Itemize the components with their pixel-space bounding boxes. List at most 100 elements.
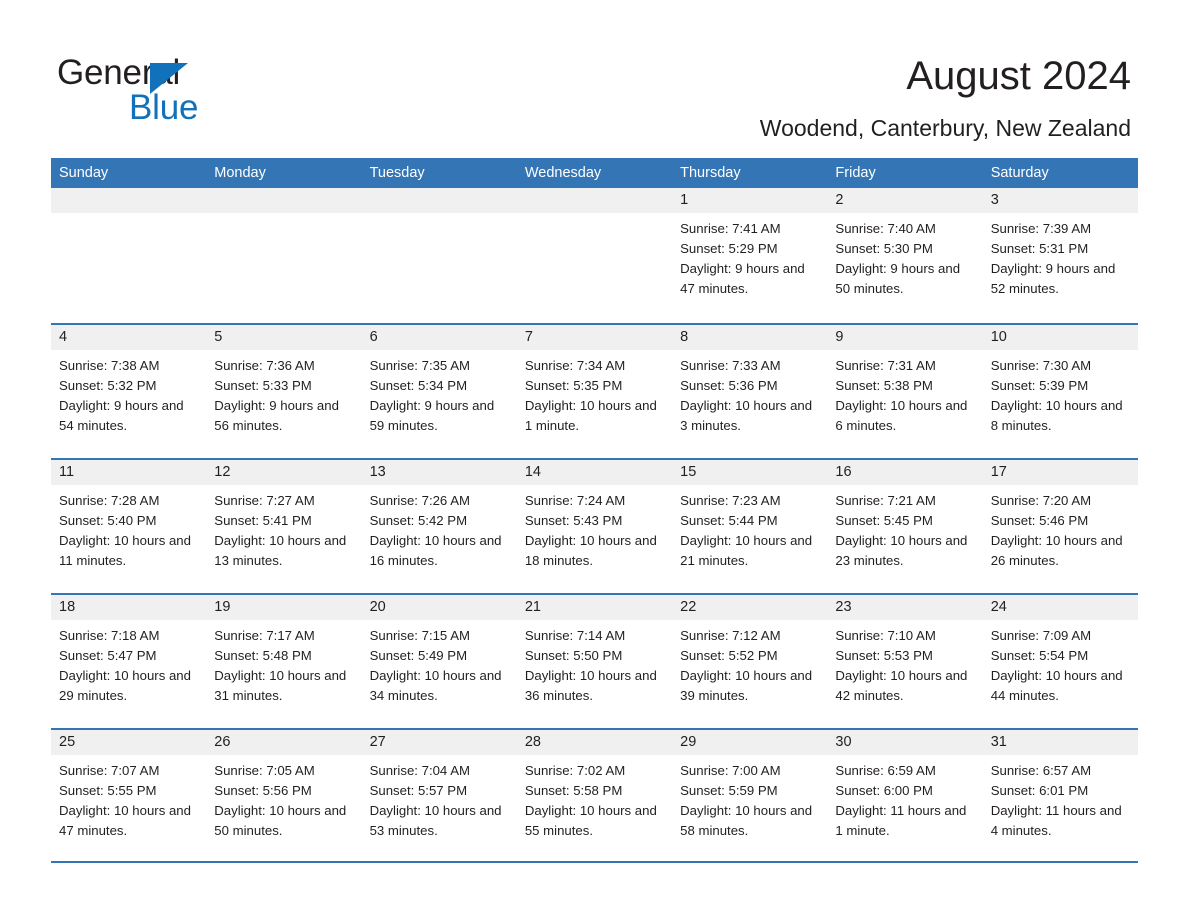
day-cell-12[interactable]: 12 Sunrise: 7:27 AM Sunset: 5:41 PM Dayligh… <box>206 460 362 593</box>
day-sun-info: Sunrise: 7:36 AM Sunset: 5:33 PM Daylight:… <box>206 350 361 436</box>
day-cell-25[interactable]: 25 Sunrise: 7:07 AM Sunset: 5:55 PM Dayligh… <box>51 730 207 861</box>
daylight-text: Daylight: 10 hours and 23 minutes. <box>835 533 968 568</box>
sunrise-text: Sunrise: 7:10 AM <box>835 628 936 643</box>
daylight-text: Daylight: 10 hours and 11 minutes. <box>59 533 191 568</box>
day-cell-10[interactable]: 10 Sunrise: 7:30 AM Sunset: 5:39 PM Dayligh… <box>982 325 1138 458</box>
day-cell-31[interactable]: 31 Sunrise: 6:57 AM Sunset: 6:01 PM Dayligh… <box>982 730 1138 861</box>
day-cell-27[interactable]: 27 Sunrise: 7:04 AM Sunset: 5:57 PM Dayligh… <box>361 730 517 861</box>
day-cell-19[interactable]: 19 Sunrise: 7:17 AM Sunset: 5:48 PM Dayligh… <box>206 595 362 728</box>
daylight-text: Daylight: 9 hours and 50 minutes. <box>835 261 961 296</box>
day-cell-4[interactable]: 4 Sunrise: 7:38 AM Sunset: 5:32 PM Daylight… <box>51 325 207 458</box>
day-sun-info: Sunrise: 7:27 AM Sunset: 5:41 PM Daylight:… <box>206 485 361 571</box>
sunset-text: Sunset: 5:43 PM <box>524 513 623 528</box>
weekday-header-row: Sunday Monday Tuesday Wednesday Thursday Frid… <box>51 158 1138 188</box>
day-cell-20[interactable]: 20 Sunrise: 7:15 AM Sunset: 5:49 PM Dayligh… <box>361 595 517 728</box>
day-sun-info: Sunrise: 7:21 AM Sunset: 5:45 PM Daylight:… <box>827 485 982 571</box>
day-number-band: 13 <box>361 460 517 485</box>
day-cell-18[interactable]: 18 Sunrise: 7:18 AM Sunset: 5:47 PM Dayligh… <box>51 595 207 728</box>
day-number: 31 <box>990 734 1007 750</box>
sunset-text: Sunset: 5:52 PM <box>680 648 778 663</box>
day-cell-9[interactable]: 9 Sunrise: 7:31 AM Sunset: 5:38 PM Daylight… <box>827 325 983 458</box>
weekday-header-monday: Monday <box>214 165 266 181</box>
daylight-text: Daylight: 9 hours and 47 minutes. <box>680 261 805 296</box>
general-blue-logo[interactable]: General Blue <box>57 53 387 129</box>
day-cell-17[interactable]: 17 Sunrise: 7:20 AM Sunset: 5:46 PM Dayligh… <box>982 460 1138 593</box>
day-number: 5 <box>214 329 223 345</box>
day-number-band: 9 <box>827 325 983 350</box>
sunrise-text: Sunrise: 7:21 AM <box>835 493 936 508</box>
sunset-text: Sunset: 5:57 PM <box>369 783 468 798</box>
day-number: 17 <box>990 464 1007 480</box>
day-cell-11[interactable]: 11 Sunrise: 7:28 AM Sunset: 5:40 PM Dayligh… <box>51 460 207 593</box>
day-cell-23[interactable]: 23 Sunrise: 7:10 AM Sunset: 5:53 PM Dayligh… <box>827 595 983 728</box>
day-cell-empty <box>516 188 673 323</box>
day-number-band: 25 <box>51 730 207 755</box>
sunset-text: Sunset: 5:36 PM <box>680 378 778 393</box>
daylight-text: Daylight: 10 hours and 6 minutes. <box>835 398 968 433</box>
day-sun-info: Sunrise: 7:14 AM Sunset: 5:50 PM Daylight:… <box>517 620 672 706</box>
day-number-band: 12 <box>206 460 362 485</box>
calendar-weeks: 1 Sunrise: 7:41 AM Sunset: 5:29 PM Daylight… <box>51 188 1138 863</box>
day-cell-26[interactable]: 26 Sunrise: 7:05 AM Sunset: 5:56 PM Dayligh… <box>206 730 362 861</box>
day-cell-14[interactable]: 14 Sunrise: 7:24 AM Sunset: 5:43 PM Dayligh… <box>516 460 673 593</box>
day-number: 21 <box>524 599 541 615</box>
day-number: 28 <box>524 734 541 750</box>
day-number-band: 5 <box>206 325 362 350</box>
day-number: 23 <box>835 599 852 615</box>
day-cell-5[interactable]: 5 Sunrise: 7:36 AM Sunset: 5:33 PM Daylight… <box>206 325 362 458</box>
day-number-band <box>206 188 362 213</box>
day-number-band: 16 <box>827 460 983 485</box>
day-number-band: 1 <box>672 188 828 213</box>
day-sun-info: Sunrise: 7:24 AM Sunset: 5:43 PM Daylight:… <box>517 485 672 571</box>
sunrise-text: Sunrise: 7:04 AM <box>369 763 470 778</box>
day-sun-info: Sunrise: 7:15 AM Sunset: 5:49 PM Daylight:… <box>362 620 517 706</box>
day-number-band <box>516 188 673 213</box>
day-cell-30[interactable]: 30 Sunrise: 6:59 AM Sunset: 6:00 PM Dayligh… <box>827 730 983 861</box>
sunrise-text: Sunrise: 7:31 AM <box>835 358 936 373</box>
sunrise-text: Sunrise: 7:36 AM <box>214 358 315 373</box>
day-cell-21[interactable]: 21 Sunrise: 7:14 AM Sunset: 5:50 PM Dayligh… <box>516 595 673 728</box>
daylight-text: Daylight: 10 hours and 3 minutes. <box>680 398 813 433</box>
day-cell-24[interactable]: 24 Sunrise: 7:09 AM Sunset: 5:54 PM Dayligh… <box>982 595 1138 728</box>
day-cell-22[interactable]: 22 Sunrise: 7:12 AM Sunset: 5:52 PM Dayligh… <box>672 595 828 728</box>
day-cell-3[interactable]: 3 Sunrise: 7:39 AM Sunset: 5:31 PM Daylight… <box>982 188 1138 323</box>
day-cell-6[interactable]: 6 Sunrise: 7:35 AM Sunset: 5:34 PM Daylight… <box>361 325 517 458</box>
day-number: 19 <box>214 599 231 615</box>
daylight-text: Daylight: 10 hours and 58 minutes. <box>680 803 813 838</box>
day-number: 29 <box>680 734 697 750</box>
daylight-text: Daylight: 9 hours and 56 minutes. <box>214 398 339 433</box>
daylight-text: Daylight: 10 hours and 18 minutes. <box>524 533 657 568</box>
sunset-text: Sunset: 5:31 PM <box>990 241 1089 256</box>
day-number: 3 <box>990 192 999 208</box>
day-cell-29[interactable]: 29 Sunrise: 7:00 AM Sunset: 5:59 PM Dayligh… <box>672 730 828 861</box>
day-sun-info: Sunrise: 7:38 AM Sunset: 5:32 PM Daylight:… <box>51 350 206 436</box>
day-number: 6 <box>369 329 378 345</box>
day-sun-info: Sunrise: 7:33 AM Sunset: 5:36 PM Daylight:… <box>672 350 827 436</box>
sunset-text: Sunset: 5:32 PM <box>59 378 157 393</box>
daylight-text: Daylight: 10 hours and 44 minutes. <box>990 668 1123 703</box>
sunset-text: Sunset: 5:35 PM <box>524 378 623 393</box>
day-number: 18 <box>59 599 76 615</box>
day-cell-8[interactable]: 8 Sunrise: 7:33 AM Sunset: 5:36 PM Daylight… <box>672 325 828 458</box>
day-number-band: 3 <box>982 188 1138 213</box>
day-number-band: 17 <box>982 460 1138 485</box>
day-cell-7[interactable]: 7 Sunrise: 7:34 AM Sunset: 5:35 PM Daylight… <box>516 325 673 458</box>
day-sun-info: Sunrise: 7:40 AM Sunset: 5:30 PM Daylight:… <box>827 213 982 299</box>
day-number-band: 11 <box>51 460 207 485</box>
sunset-text: Sunset: 5:38 PM <box>835 378 933 393</box>
sunset-text: Sunset: 5:58 PM <box>524 783 623 798</box>
day-cell-28[interactable]: 28 Sunrise: 7:02 AM Sunset: 5:58 PM Dayligh… <box>516 730 673 861</box>
day-number-band <box>361 188 517 213</box>
day-cell-15[interactable]: 15 Sunrise: 7:23 AM Sunset: 5:44 PM Dayligh… <box>672 460 828 593</box>
daylight-text: Daylight: 10 hours and 31 minutes. <box>214 668 347 703</box>
sunrise-text: Sunrise: 7:23 AM <box>680 493 781 508</box>
sunset-text: Sunset: 5:45 PM <box>835 513 933 528</box>
sunset-text: Sunset: 5:53 PM <box>835 648 933 663</box>
day-cell-16[interactable]: 16 Sunrise: 7:21 AM Sunset: 5:45 PM Dayligh… <box>827 460 983 593</box>
day-number-band: 6 <box>361 325 517 350</box>
day-number: 16 <box>835 464 852 480</box>
day-cell-2[interactable]: 2 Sunrise: 7:40 AM Sunset: 5:30 PM Daylight… <box>827 188 983 323</box>
calendar-page: General Blue August 2024 Woodend, Canter… <box>0 0 1188 918</box>
day-cell-1[interactable]: 1 Sunrise: 7:41 AM Sunset: 5:29 PM Daylight… <box>672 188 828 323</box>
day-cell-13[interactable]: 13 Sunrise: 7:26 AM Sunset: 5:42 PM Dayligh… <box>361 460 517 593</box>
